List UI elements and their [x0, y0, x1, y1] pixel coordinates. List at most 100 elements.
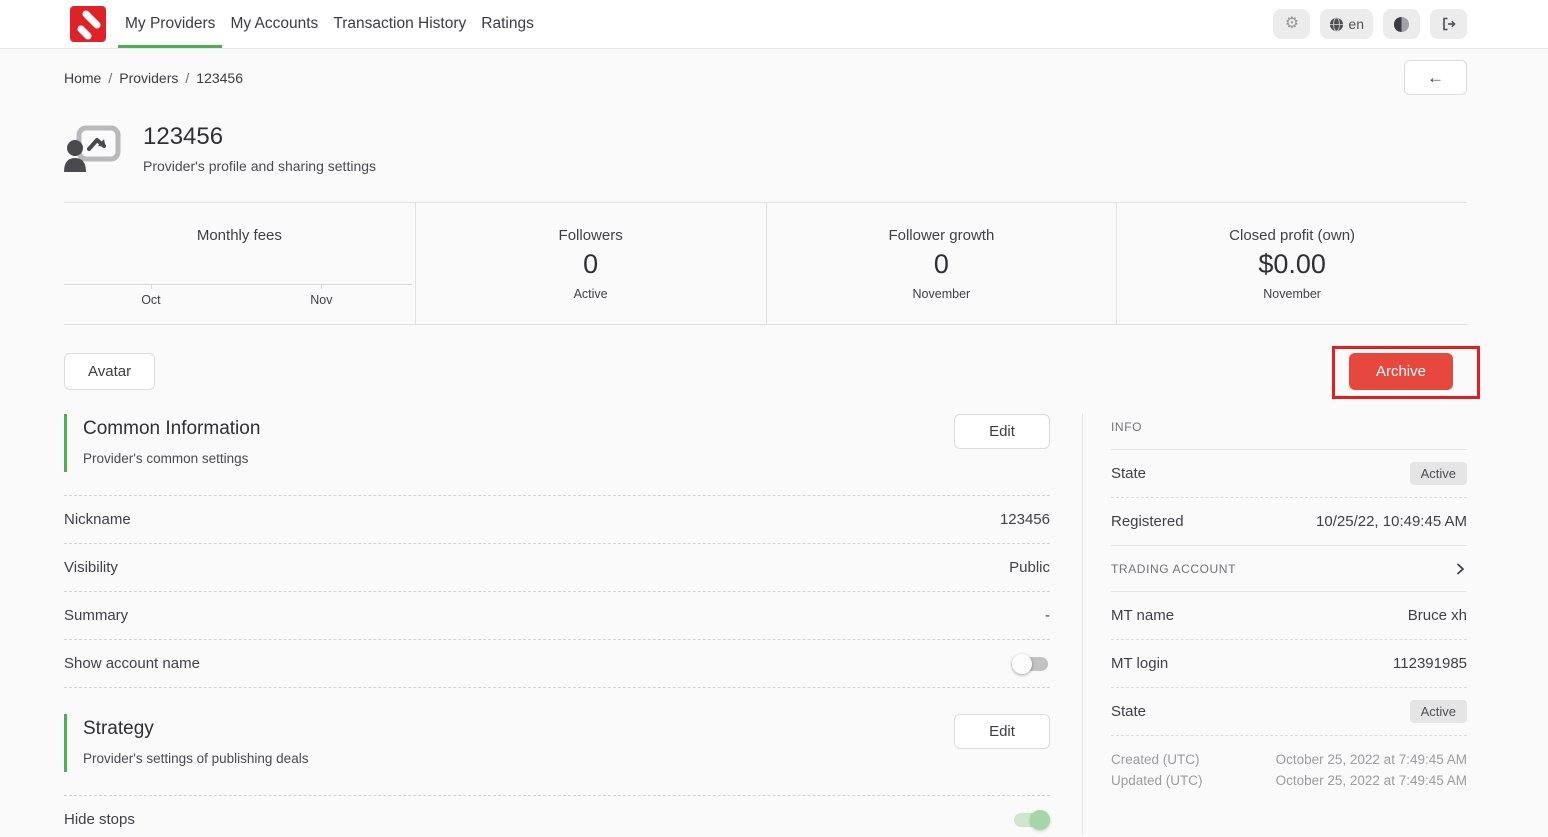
field-value: October 25, 2022 at 7:49:45 AM — [1276, 749, 1467, 770]
field-value: 123456 — [1000, 511, 1050, 528]
status-badge: Active — [1410, 700, 1467, 723]
common-info-titles: Common Information Provider's common set… — [64, 414, 260, 472]
breadcrumb: Home / Providers / 123456 — [64, 70, 243, 86]
common-info-edit-button[interactable]: Edit — [954, 414, 1050, 449]
field-label: Registered — [1111, 513, 1184, 530]
strategy-titles: Strategy Provider's settings of publishi… — [64, 714, 308, 772]
breadcrumb-current: 123456 — [196, 70, 243, 86]
common-info-header: Common Information Provider's common set… — [64, 414, 1050, 472]
stat-title: Follower growth — [888, 227, 994, 244]
stat-value: 0 — [934, 249, 949, 280]
field-label: Summary — [64, 607, 128, 624]
section-title: Common Information — [83, 418, 260, 440]
chart-tick-label: Oct — [141, 293, 160, 307]
row-created: Created (UTC) October 25, 2022 at 7:49:4… — [1111, 749, 1467, 770]
back-button[interactable]: ← — [1404, 60, 1467, 95]
field-label: Visibility — [64, 559, 118, 576]
stat-caption: Active — [574, 287, 608, 301]
column-divider — [1082, 414, 1083, 834]
field-label: State — [1111, 465, 1146, 482]
row-nickname: Nickname 123456 — [64, 496, 1050, 544]
breadcrumb-row: Home / Providers / 123456 ← — [0, 49, 1548, 105]
logout-button[interactable] — [1430, 9, 1467, 39]
content: 123456 Provider's profile and sharing se… — [0, 123, 1548, 834]
page: My Providers My Accounts Transaction His… — [0, 0, 1548, 837]
stats-row: Monthly fees Oct Nov Followers 0 Active … — [64, 202, 1467, 325]
strategy-rows: Hide stops — [64, 795, 1050, 837]
main-nav: My Providers My Accounts Transaction His… — [118, 0, 542, 48]
nav-ratings[interactable]: Ratings — [474, 0, 541, 48]
stat-title: Monthly fees — [197, 227, 282, 244]
stat-value: $0.00 — [1258, 249, 1326, 280]
archive-wrap: Archive — [1349, 353, 1453, 390]
gear-icon: ⚙ — [1285, 16, 1299, 32]
page-header-text: 123456 Provider's profile and sharing se… — [143, 123, 376, 174]
toggle-thumb — [1012, 654, 1032, 674]
nav-transaction-history[interactable]: Transaction History — [326, 0, 473, 48]
field-label: Updated (UTC) — [1111, 770, 1203, 791]
theme-contrast-button[interactable] — [1383, 9, 1420, 39]
strategy-edit-button[interactable]: Edit — [954, 714, 1050, 749]
chevron-right-icon — [1453, 562, 1467, 576]
contrast-icon — [1393, 16, 1410, 33]
language-button[interactable]: en — [1320, 9, 1373, 39]
stat-card-followers: Followers 0 Active — [415, 203, 766, 324]
breadcrumb-providers[interactable]: Providers — [119, 70, 178, 86]
archive-button[interactable]: Archive — [1349, 353, 1453, 390]
field-label: Created (UTC) — [1111, 749, 1200, 770]
trading-account-heading-label: TRADING ACCOUNT — [1111, 562, 1236, 576]
field-value: Bruce xh — [1408, 607, 1467, 624]
main-column: Common Information Provider's common set… — [64, 414, 1050, 834]
nav-spacer — [542, 0, 1274, 48]
avatar-button[interactable]: Avatar — [64, 353, 155, 390]
field-value: 10/25/22, 10:49:45 AM — [1316, 513, 1467, 530]
info-heading-label: INFO — [1111, 420, 1142, 434]
row-registered: Registered 10/25/22, 10:49:45 AM — [1111, 498, 1467, 546]
breadcrumb-separator: / — [185, 70, 189, 86]
info-heading: INFO — [1111, 414, 1467, 450]
field-label: MT login — [1111, 655, 1168, 672]
monthly-fees-chart: Oct Nov — [64, 284, 412, 308]
columns: Common Information Provider's common set… — [64, 414, 1467, 834]
timestamps-block: Created (UTC) October 25, 2022 at 7:49:4… — [1111, 736, 1467, 791]
row-account-state: State Active — [1111, 688, 1467, 736]
field-value: October 25, 2022 at 7:49:45 AM — [1276, 770, 1467, 791]
top-nav: My Providers My Accounts Transaction His… — [0, 0, 1548, 49]
section-subtitle: Provider's settings of publishing deals — [83, 751, 308, 766]
page-subtitle: Provider's profile and sharing settings — [143, 158, 376, 174]
globe-icon — [1329, 17, 1344, 32]
back-arrow-icon: ← — [1427, 68, 1444, 88]
stat-title: Followers — [559, 227, 623, 244]
stat-card-closed-profit: Closed profit (own) $0.00 November — [1116, 203, 1467, 324]
provider-profile-icon — [64, 125, 121, 172]
nav-my-accounts[interactable]: My Accounts — [223, 0, 325, 48]
field-value: - — [1045, 607, 1050, 624]
common-info-rows: Nickname 123456 Visibility Public Summar… — [64, 495, 1050, 688]
stat-card-monthly-fees: Monthly fees Oct Nov — [64, 203, 415, 324]
actions-row: Avatar Archive — [64, 352, 1467, 390]
field-label: State — [1111, 703, 1146, 720]
nav-my-providers[interactable]: My Providers — [118, 0, 222, 48]
stat-caption: November — [1263, 287, 1321, 301]
row-visibility: Visibility Public — [64, 544, 1050, 592]
breadcrumb-home[interactable]: Home — [64, 70, 101, 86]
field-value: Public — [1009, 559, 1050, 576]
breadcrumb-separator: / — [108, 70, 112, 86]
strategy-header: Strategy Provider's settings of publishi… — [64, 714, 1050, 772]
app-logo-icon[interactable] — [70, 6, 106, 42]
field-label: Nickname — [64, 511, 131, 528]
show-account-name-toggle[interactable] — [1012, 654, 1050, 674]
stat-value: 0 — [583, 249, 598, 280]
section-title: Strategy — [83, 718, 308, 740]
nav-buttons: ⚙ en — [1273, 0, 1467, 48]
row-show-account-name: Show account name — [64, 640, 1050, 688]
row-mt-login: MT login 112391985 — [1111, 640, 1467, 688]
toggle-thumb — [1030, 810, 1050, 830]
trading-account-heading[interactable]: TRADING ACCOUNT — [1111, 546, 1467, 592]
field-label: Show account name — [64, 655, 200, 672]
chart-axis — [64, 284, 412, 285]
stat-title: Closed profit (own) — [1229, 227, 1355, 244]
settings-button[interactable]: ⚙ — [1273, 9, 1310, 39]
hide-stops-toggle[interactable] — [1012, 810, 1050, 830]
page-header: 123456 Provider's profile and sharing se… — [64, 123, 1467, 174]
